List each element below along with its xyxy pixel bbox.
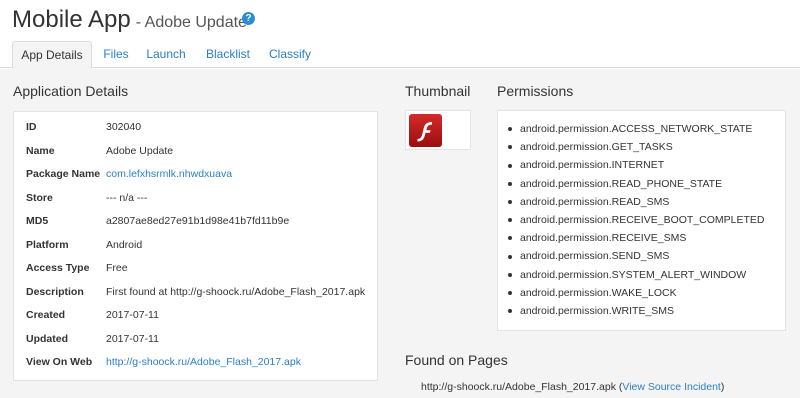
bullet-icon — [508, 290, 512, 295]
flash-player-icon — [409, 114, 442, 147]
detail-row-name: Name Adobe Update — [14, 140, 377, 162]
detail-value: First found at http://g-shoock.ru/Adobe_… — [106, 286, 366, 298]
detail-key: Name — [26, 145, 55, 157]
bullet-icon — [508, 309, 512, 314]
permissions-list: android.permission.ACCESS_NETWORK_STATE … — [508, 120, 765, 320]
permission-label: android.permission.WRITE_SMS — [520, 304, 675, 317]
found-page-entry: http://g-shoock.ru/Adobe_Flash_2017.apk … — [421, 381, 724, 393]
permission-item: android.permission.SYSTEM_ALERT_WINDOW — [508, 266, 765, 284]
flash-letter-icon — [417, 122, 432, 142]
permission-label: android.permission.RECEIVE_SMS — [520, 232, 687, 245]
detail-row-created: Created 2017-07-11 — [14, 304, 377, 326]
permission-label: android.permission.READ_SMS — [520, 195, 670, 208]
bullet-icon — [508, 218, 512, 223]
permission-label: android.permission.INTERNET — [520, 159, 665, 172]
permission-item: android.permission.SEND_SMS — [508, 247, 765, 265]
bullet-icon — [508, 272, 512, 277]
bullet-icon — [508, 254, 512, 259]
detail-value: 2017-07-11 — [106, 309, 159, 321]
permission-item: android.permission.RECEIVE_SMS — [508, 229, 765, 247]
found-page-url: http://g-shoock.ru/Adobe_Flash_2017.apk — [421, 381, 616, 393]
detail-key: Package Name — [26, 168, 101, 180]
permission-item: android.permission.RECEIVE_BOOT_COMPLETE… — [508, 211, 765, 229]
permission-item: android.permission.READ_PHONE_STATE — [508, 175, 765, 193]
tab-files[interactable]: Files — [99, 41, 133, 69]
tab-content: Application Details ID 302040 Name Adobe… — [0, 69, 800, 398]
tab-app-details[interactable]: App Details — [12, 41, 92, 69]
detail-key: Platform — [26, 239, 69, 251]
permission-item: android.permission.ACCESS_NETWORK_STATE — [508, 120, 765, 138]
permission-item: android.permission.WAKE_LOCK — [508, 284, 765, 302]
permissions-panel: android.permission.ACCESS_NETWORK_STATE … — [497, 110, 786, 331]
tab-launch[interactable]: Launch — [143, 41, 189, 69]
bullet-icon — [508, 127, 512, 132]
permission-label: android.permission.GET_TASKS — [520, 141, 673, 154]
detail-value: 302040 — [106, 121, 142, 133]
bullet-icon — [508, 145, 512, 150]
detail-key: ID — [26, 121, 37, 133]
found-on-pages-heading: Found on Pages — [405, 352, 508, 368]
detail-row-id: ID 302040 — [14, 116, 377, 138]
detail-value: Free — [106, 262, 128, 274]
detail-row-updated: Updated 2017-07-11 — [14, 328, 377, 350]
detail-key: Updated — [26, 333, 68, 345]
page-title-sub: - Adobe Update — [135, 14, 247, 31]
thumbnail-panel — [405, 110, 471, 150]
detail-key: Access Type — [26, 262, 90, 274]
detail-row-package-name: Package Name com.lefxhsrmlk.nhwdxuava — [14, 163, 377, 185]
detail-row-store: Store --- n/a --- — [14, 187, 377, 209]
bullet-icon — [508, 163, 512, 168]
page-title: Mobile App - Adobe Update — [12, 6, 247, 34]
detail-row-access-type: Access Type Free — [14, 257, 377, 279]
bullet-icon — [508, 199, 512, 204]
detail-row-md5: MD5 a2807ae8ed27e91b1d98e41b7fd11b9e — [14, 210, 377, 232]
permission-label: android.permission.READ_PHONE_STATE — [520, 177, 723, 190]
thumbnail-heading: Thumbnail — [405, 83, 471, 99]
detail-row-view-on-web: View On Web http://g-shoock.ru/Adobe_Fla… — [14, 351, 377, 373]
permission-label: android.permission.RECEIVE_BOOT_COMPLETE… — [520, 213, 765, 226]
permission-label: android.permission.SYSTEM_ALERT_WINDOW — [520, 268, 747, 281]
detail-value: a2807ae8ed27e91b1d98e41b7fd11b9e — [106, 215, 290, 227]
bullet-icon — [508, 236, 512, 241]
page-title-main: Mobile App — [12, 6, 131, 33]
permission-label: android.permission.ACCESS_NETWORK_STATE — [520, 123, 753, 135]
permission-item: android.permission.INTERNET — [508, 156, 765, 174]
detail-key: Created — [26, 309, 66, 321]
detail-key: View On Web — [26, 356, 93, 368]
detail-value: --- n/a --- — [106, 192, 148, 204]
permission-item: android.permission.READ_SMS — [508, 193, 765, 211]
tab-blacklist[interactable]: Blacklist — [203, 41, 253, 69]
permission-item: android.permission.WRITE_SMS — [508, 302, 765, 320]
detail-row-description: Description First found at http://g-shoo… — [14, 281, 377, 303]
help-icon[interactable]: ? — [242, 12, 255, 25]
view-on-web-link[interactable]: http://g-shoock.ru/Adobe_Flash_2017.apk — [106, 351, 301, 373]
bullet-icon — [508, 181, 512, 186]
package-name-link[interactable]: com.lefxhsrmlk.nhwdxuava — [106, 163, 232, 185]
view-source-incident-link[interactable]: View Source Incident — [622, 381, 720, 393]
tab-bar: App Details Files Launch Blacklist Class… — [0, 40, 800, 69]
detail-key: Description — [26, 286, 84, 298]
detail-row-platform: Platform Android — [14, 234, 377, 256]
detail-value: Android — [106, 239, 143, 251]
permission-label: android.permission.SEND_SMS — [520, 250, 670, 263]
detail-key: MD5 — [26, 215, 49, 227]
permission-label: android.permission.WAKE_LOCK — [520, 286, 677, 299]
detail-value: 2017-07-11 — [106, 333, 159, 345]
permission-item: android.permission.GET_TASKS — [508, 138, 765, 156]
tab-classify[interactable]: Classify — [266, 41, 314, 69]
permissions-heading: Permissions — [497, 83, 574, 99]
application-details-panel: ID 302040 Name Adobe Update Package Name… — [13, 111, 378, 381]
detail-value: Adobe Update — [106, 145, 174, 157]
application-details-heading: Application Details — [13, 83, 129, 99]
close-paren: ) — [720, 381, 725, 393]
detail-key: Store — [26, 192, 53, 204]
